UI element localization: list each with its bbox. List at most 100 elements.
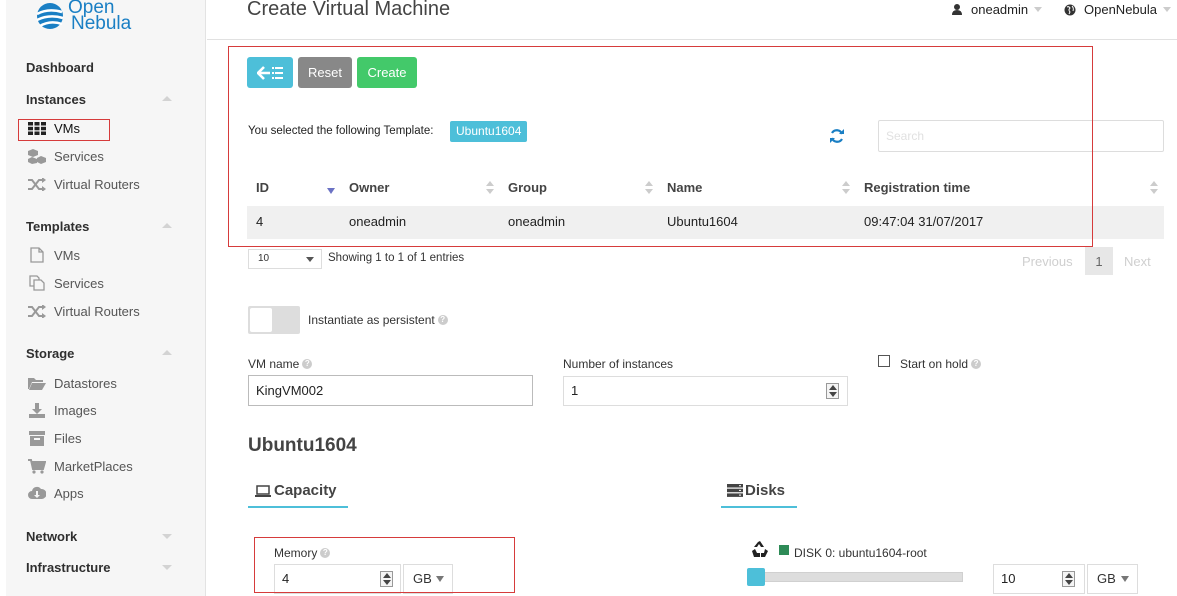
user-menu[interactable]: oneadmin [952, 2, 1043, 17]
chevron-up-icon[interactable] [162, 96, 172, 101]
pagination-next[interactable]: Next [1124, 254, 1151, 269]
tab-disks-underline [721, 506, 797, 508]
sidebar-item-datastores[interactable]: Datastores [27, 372, 117, 394]
create-button[interactable]: Create [357, 57, 417, 88]
column-header-id[interactable]: ID [256, 180, 269, 195]
search-input[interactable] [878, 120, 1164, 152]
logo-text-line2: Nebula [71, 13, 132, 34]
disk-status-icon [779, 545, 789, 555]
zone-menu[interactable]: OpenNebula [1064, 2, 1171, 17]
sidebar-group-templates[interactable]: Templates [26, 219, 89, 234]
disk-size-slider[interactable] [749, 572, 963, 582]
column-header-owner[interactable]: Owner [349, 180, 389, 195]
sidebar-item-label: Services [54, 148, 104, 164]
sidebar-item-templates-virtual-routers[interactable]: Virtual Routers [27, 300, 140, 322]
tab-capacity-underline [248, 506, 348, 508]
sidebar-item-label: VMs [54, 247, 80, 263]
sidebar-item-files[interactable]: Files [27, 427, 81, 449]
opennebula-logo[interactable]: Open Nebula [34, 0, 132, 34]
sidebar-group-network[interactable]: Network [26, 529, 77, 544]
pagination-page-1[interactable]: 1 [1085, 247, 1113, 275]
sort-icon[interactable] [486, 181, 494, 195]
help-icon[interactable]: ? [320, 548, 331, 558]
instances-input[interactable]: 1 [563, 376, 848, 406]
start-on-hold-label: Start on hold ? [900, 357, 982, 371]
disk-size-slider-handle[interactable] [747, 568, 765, 586]
help-icon[interactable]: ? [971, 359, 982, 369]
template-title: Ubuntu1604 [248, 435, 357, 456]
page-size-value: 10 [258, 253, 270, 264]
sort-icon[interactable] [842, 181, 850, 195]
files-icon [27, 275, 47, 291]
back-to-list-button[interactable] [247, 57, 293, 88]
disks-icon [727, 484, 743, 497]
sort-desc-icon[interactable] [327, 188, 335, 194]
divider [207, 39, 1177, 40]
sidebar-group-instances[interactable]: Instances [26, 92, 86, 107]
start-on-hold-checkbox[interactable] [878, 355, 890, 367]
chevron-down-icon[interactable] [162, 534, 172, 539]
pagination-previous[interactable]: Previous [1022, 254, 1073, 269]
help-icon[interactable]: ? [302, 359, 313, 369]
help-icon[interactable]: ? [437, 315, 448, 325]
chevron-up-icon[interactable] [162, 223, 172, 228]
sidebar-group-storage[interactable]: Storage [26, 346, 74, 361]
column-header-name[interactable]: Name [667, 180, 702, 195]
folder-open-icon [27, 375, 47, 391]
chevron-down-icon[interactable] [162, 565, 172, 570]
page-title: Create Virtual Machine [247, 0, 451, 20]
sidebar-item-label: Virtual Routers [54, 303, 140, 319]
sidebar-item-instances-services[interactable]: Services [27, 145, 104, 167]
tab-capacity[interactable]: Capacity [255, 482, 337, 499]
memory-label: Memory ? [274, 546, 331, 560]
sidebar-item-label: Virtual Routers [54, 176, 140, 192]
chevron-down-icon [306, 257, 314, 262]
tab-disks[interactable]: Disks [727, 482, 785, 499]
sidebar-item-label: Services [54, 275, 104, 291]
sidebar-item-marketplaces[interactable]: MarketPlaces [27, 455, 133, 477]
sort-icon[interactable] [645, 181, 653, 195]
memory-unit-select[interactable]: GB [403, 564, 453, 594]
back-list-icon [257, 65, 283, 80]
random-icon [27, 176, 47, 192]
chevron-up-icon[interactable] [162, 350, 172, 355]
chevron-down-icon [1034, 7, 1043, 12]
sidebar-item-apps[interactable]: Apps [27, 482, 84, 504]
disk-size-stepper[interactable] [1062, 571, 1075, 587]
sidebar-item-label: Apps [54, 485, 84, 501]
sidebar: Open Nebula [6, 0, 206, 596]
sort-icon[interactable] [1150, 181, 1158, 195]
column-header-group[interactable]: Group [508, 180, 547, 195]
recycle-icon[interactable] [751, 541, 769, 558]
reset-button[interactable]: Reset [298, 57, 352, 88]
zone-name: OpenNebula [1084, 2, 1157, 17]
memory-stepper[interactable] [380, 571, 393, 587]
column-header-registration-time[interactable]: Registration time [864, 180, 970, 195]
instances-label: Number of instances [563, 357, 674, 371]
cubes-icon [27, 148, 47, 164]
table-cell-group: oneadmin [508, 214, 566, 229]
sidebar-item-dashboard[interactable]: Dashboard [26, 60, 94, 75]
sidebar-group-infrastructure[interactable]: Infrastructure [26, 560, 111, 575]
sidebar-item-instances-virtual-routers[interactable]: Virtual Routers [27, 173, 140, 195]
instances-stepper[interactable] [826, 383, 839, 399]
persistent-toggle[interactable] [248, 306, 300, 334]
vm-name-input[interactable] [248, 375, 533, 406]
chevron-down-icon [1121, 576, 1129, 582]
sidebar-item-label: Images [54, 402, 97, 418]
page-size-select[interactable]: 10 [248, 249, 322, 269]
laptop-icon [255, 484, 271, 497]
random-icon [27, 303, 47, 319]
disk-unit-select[interactable]: GB [1087, 564, 1138, 594]
refresh-icon[interactable] [829, 128, 845, 144]
archive-icon [27, 430, 47, 446]
sidebar-item-templates-vms[interactable]: VMs [27, 244, 80, 266]
sidebar-item-label: Files [54, 430, 82, 446]
sidebar-item-templates-services[interactable]: Services [27, 272, 104, 294]
selected-template-badge: Ubuntu1604 [450, 121, 528, 142]
sidebar-item-label: Datastores [54, 375, 117, 391]
disk-label: DISK 0: ubuntu1604-root [794, 546, 927, 560]
table-cell-owner: oneadmin [349, 214, 407, 229]
sidebar-item-images[interactable]: Images [27, 399, 97, 421]
sidebar-item-instances-vms[interactable]: VMs [27, 117, 80, 139]
